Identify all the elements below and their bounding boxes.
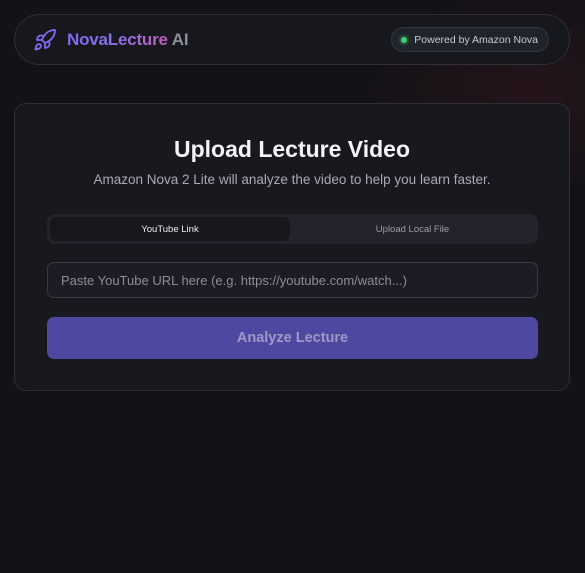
tab-upload-local-file[interactable]: Upload Local File — [290, 217, 535, 241]
page-subtitle: Amazon Nova 2 Lite will analyze the vide… — [93, 172, 491, 187]
upload-card: Upload Lecture Video Amazon Nova 2 Lite … — [14, 103, 570, 391]
tab-youtube-link[interactable]: YouTube Link — [50, 217, 290, 241]
brand-name-main: NovaLecture — [67, 29, 168, 49]
powered-by-badge: Powered by Amazon Nova — [391, 27, 549, 52]
brand-name-suffix: AI — [171, 29, 189, 49]
source-tabs: YouTube Link Upload Local File — [47, 214, 538, 244]
brand-name: NovaLecture AI — [67, 29, 189, 50]
analyze-lecture-button[interactable]: Analyze Lecture — [47, 317, 538, 359]
youtube-url-input[interactable] — [47, 262, 538, 298]
powered-by-label: Powered by Amazon Nova — [414, 33, 538, 46]
rocket-icon — [33, 28, 57, 52]
app-header: NovaLecture AI Powered by Amazon Nova — [14, 14, 570, 65]
page-title: Upload Lecture Video — [173, 136, 410, 162]
brand[interactable]: NovaLecture AI — [33, 28, 189, 52]
status-dot-icon — [401, 36, 408, 43]
